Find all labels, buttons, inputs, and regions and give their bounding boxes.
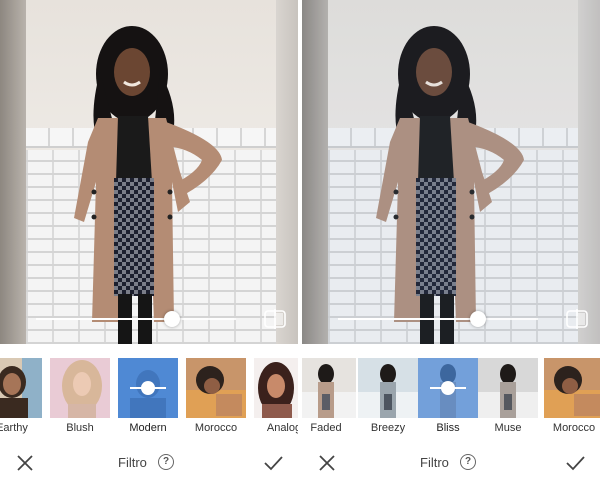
compare-icon[interactable] (564, 308, 590, 330)
filter-thumbnail (358, 358, 418, 418)
close-button[interactable] (316, 452, 338, 474)
filter-thumbnail (544, 358, 600, 418)
checkmark-icon (264, 456, 283, 471)
filter-strip: Earthy Blush Modern Morocco (0, 358, 298, 440)
filter-thumbnail (478, 358, 538, 418)
filter-intensity-knob[interactable] (141, 381, 155, 395)
filter-intensity-knob[interactable] (441, 381, 455, 395)
editor-panel-left: Earthy Blush Modern Morocco (0, 0, 298, 480)
filter-thumbnail (118, 358, 178, 418)
filter-morocco[interactable]: Morocco (186, 358, 246, 440)
filter-label: Blush (66, 422, 94, 434)
close-icon (17, 455, 33, 471)
bottom-bar: Filtro ? (0, 446, 298, 480)
checkmark-icon (566, 456, 585, 471)
filter-analog[interactable]: Analog (254, 358, 298, 440)
screen-title: Filtro (118, 455, 147, 470)
filter-breezy[interactable]: Breezy (358, 358, 418, 440)
filter-label: Analog (266, 422, 298, 434)
filter-bliss[interactable]: Bliss (418, 358, 478, 440)
filter-muse[interactable]: Muse (478, 358, 538, 440)
filter-label: Earthy (0, 422, 28, 434)
filter-faded[interactable]: Faded (302, 358, 356, 440)
filter-morocco[interactable]: Morocco (544, 358, 600, 440)
intensity-slider-thumb[interactable] (470, 311, 486, 327)
apply-button[interactable] (262, 452, 284, 474)
filter-thumbnail (0, 358, 42, 418)
compare-icon[interactable] (262, 308, 288, 330)
woman-figure (74, 26, 222, 344)
intensity-slider[interactable] (36, 318, 236, 320)
filter-thumbnail (254, 358, 298, 418)
close-button[interactable] (14, 452, 36, 474)
woman-figure (376, 26, 524, 344)
close-icon (319, 455, 335, 471)
filter-thumbnail (50, 358, 110, 418)
editor-panel-right: Faded Breezy Bliss Muse Morocco Filtro ? (302, 0, 600, 480)
intensity-slider-thumb[interactable] (164, 311, 180, 327)
intensity-slider[interactable] (338, 318, 538, 320)
filter-thumbnail (418, 358, 478, 418)
bottom-bar: Filtro ? (302, 446, 600, 480)
photo-preview (0, 0, 298, 344)
filter-modern[interactable]: Modern (118, 358, 178, 440)
filter-label: Morocco (194, 422, 238, 434)
filter-thumbnail (186, 358, 246, 418)
screen-title: Filtro (420, 455, 449, 470)
filter-label: Modern (129, 422, 167, 434)
filter-thumbnail (302, 358, 356, 418)
filter-label: Morocco (552, 422, 596, 434)
apply-button[interactable] (564, 452, 586, 474)
filter-blush[interactable]: Blush (50, 358, 110, 440)
help-circle-icon[interactable]: ? (460, 454, 476, 470)
filter-earthy[interactable]: Earthy (0, 358, 42, 440)
photo-preview (302, 0, 600, 344)
filter-strip: Faded Breezy Bliss Muse Morocco (302, 358, 600, 440)
filter-label: Muse (494, 422, 522, 434)
help-circle-icon[interactable]: ? (158, 454, 174, 470)
